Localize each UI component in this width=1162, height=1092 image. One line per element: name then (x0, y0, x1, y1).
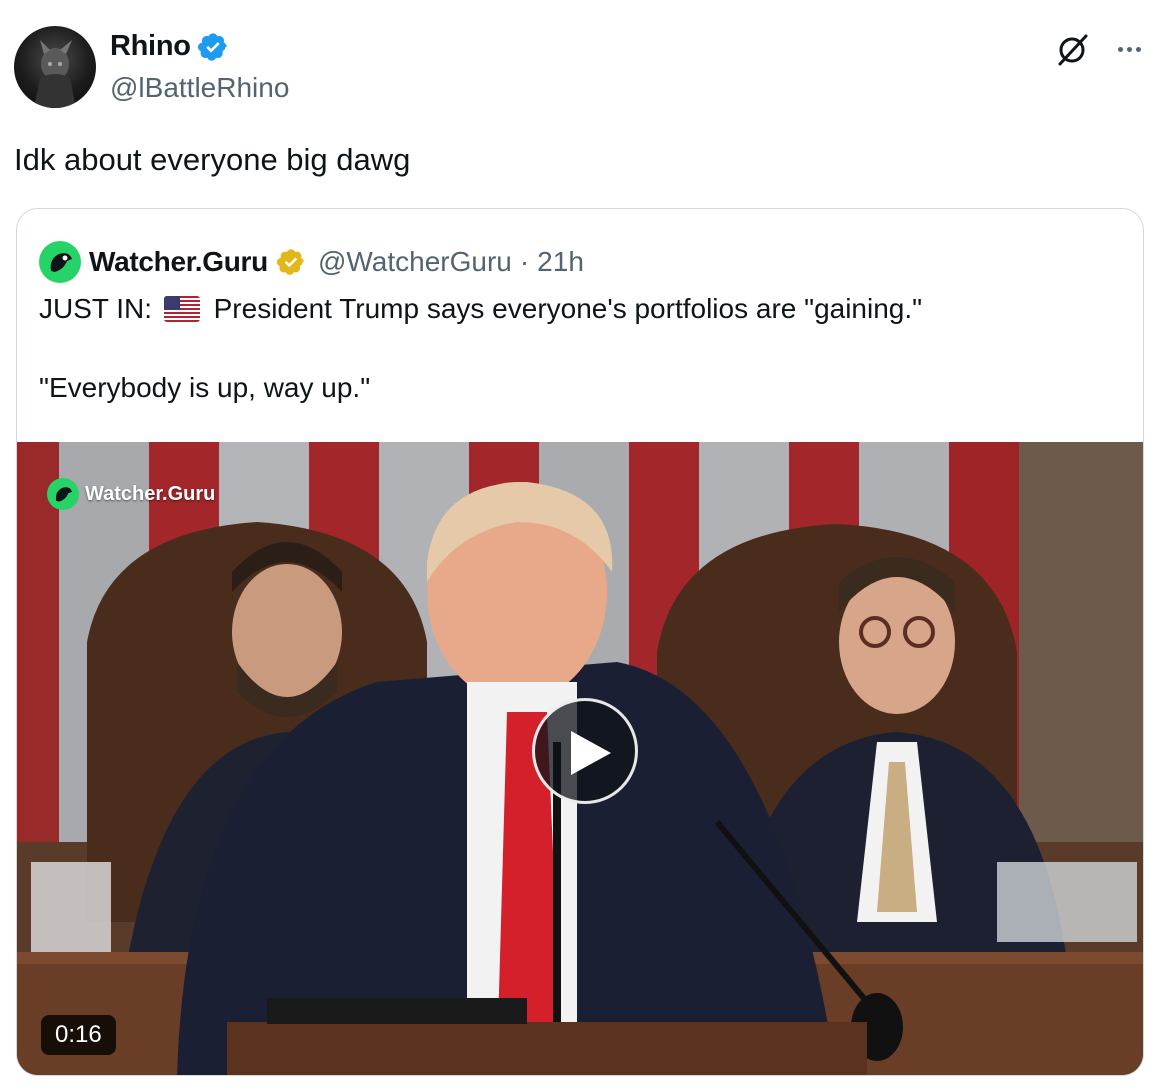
author-name[interactable]: Rhino (110, 30, 229, 63)
grok-icon (1058, 34, 1088, 66)
video-watermark: Watcher.Guru (47, 478, 215, 510)
watcher-guru-avatar[interactable] (39, 241, 81, 283)
more-options-button[interactable] (1108, 28, 1150, 70)
meta-separator: · (519, 246, 530, 277)
quoted-text-line-2: "Everybody is up, way up." (39, 372, 371, 403)
quoted-author-name[interactable]: Watcher.Guru (89, 246, 268, 278)
watermark-logo-icon (47, 478, 79, 510)
watcher-guru-logo-icon (50, 253, 72, 272)
quoted-text-prefix: JUST IN: (39, 293, 153, 324)
verified-badge-icon (197, 32, 227, 61)
tweet-text: Idk about everyone big dawg (14, 142, 411, 177)
more-options-icon-dot (1135, 46, 1141, 52)
play-icon (571, 731, 611, 775)
author-handle[interactable]: @lBattleRhino (110, 72, 289, 104)
video-player[interactable]: Watcher.Guru 0:16 (17, 442, 1143, 1075)
quoted-text-line-1: JUST IN: President Trump says everyone's… (39, 293, 922, 326)
video-duration: 0:16 (41, 1015, 116, 1055)
grok-button[interactable] (1052, 28, 1094, 70)
more-options-icon (1117, 46, 1123, 52)
quoted-tweet-card[interactable]: Watcher.Guru @WatcherGuru · 21h JUST IN:… (16, 208, 1144, 1076)
quoted-timestamp[interactable]: 21h (537, 246, 584, 278)
author-avatar[interactable] (14, 26, 96, 108)
author-name-text[interactable]: Rhino (110, 30, 191, 63)
quoted-tweet-header: Watcher.Guru @WatcherGuru · 21h (39, 241, 584, 283)
quoted-text-suffix: President Trump says everyone's portfoli… (213, 293, 923, 324)
gold-verified-badge-icon (276, 249, 304, 275)
avatar-image-icon (34, 40, 76, 108)
quoted-author-handle[interactable]: @WatcherGuru (318, 246, 512, 278)
watermark-text: Watcher.Guru (85, 482, 216, 505)
play-button[interactable] (532, 698, 638, 804)
us-flag-icon (163, 295, 200, 322)
more-options-icon-dot (1126, 46, 1132, 52)
